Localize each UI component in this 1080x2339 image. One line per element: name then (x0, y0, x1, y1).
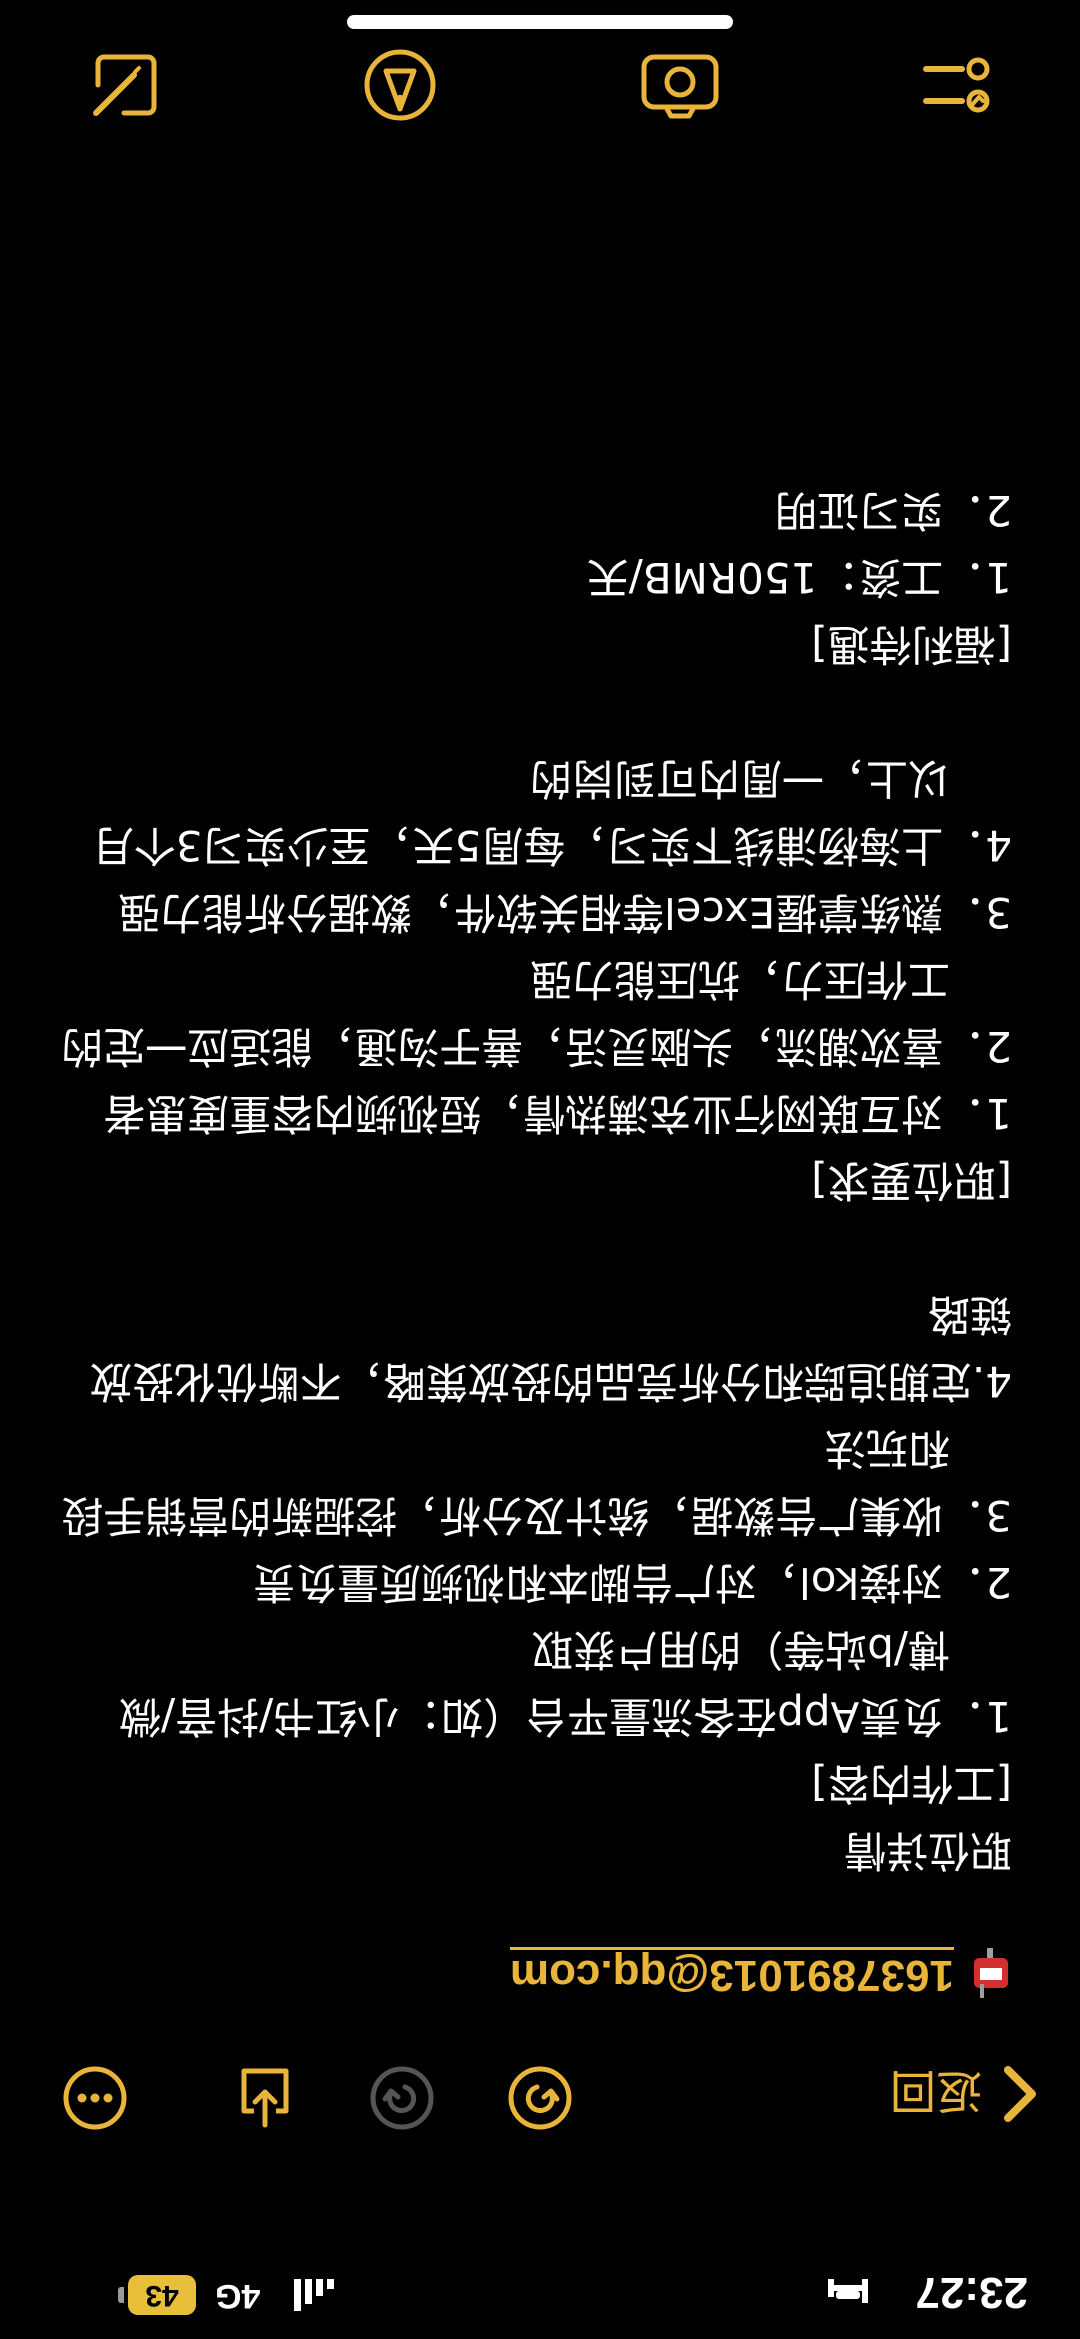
bottom-toolbar (0, 15, 1080, 125)
work-item: 1．负责App在各流量平台（如：小红书/抖音/微博/b站等）的用户获取 (118, 1625, 1012, 1741)
requirement-item: 4．上海杨浦线下实习，每周5天，至少实习3个月以上，一周内可到岗的 (91, 754, 1012, 870)
work-section-header: [工作内容] (811, 1759, 1012, 1808)
requirement-item: 3．熟练掌握Excel等相关软件，数据分析能力强 (118, 888, 1012, 937)
battery-indicator: 43 (128, 2275, 196, 2315)
back-label: 返回 (890, 2064, 982, 2118)
camera-icon[interactable] (640, 45, 720, 125)
status-bar: 23:27 4G 43 (0, 2229, 1080, 2339)
email-row[interactable]: 1637891013@qq.com (509, 1939, 1012, 2009)
status-time: 23:27 (915, 2268, 1028, 2317)
network-type: 4G (215, 2277, 261, 2315)
checklist-icon[interactable] (918, 45, 998, 125)
mailbox-icon (974, 1948, 1008, 1998)
bed-icon (828, 2279, 868, 2303)
work-item: 2．对接kol，对广告脚本和视频质量负责 (253, 1558, 1012, 1607)
home-indicator[interactable] (347, 15, 733, 29)
chevron-left-icon (1004, 2066, 1036, 2122)
benefits-section-header: [福利待遇] (811, 620, 1012, 669)
note-title: 职位详情 (843, 1826, 1012, 1875)
navigation-toolbar: 返回 (0, 2039, 1080, 2149)
benefit-item: 1．工资：150RMB/天 (586, 553, 1012, 602)
redo-icon[interactable] (505, 2063, 575, 2133)
battery-tip (118, 2287, 124, 2303)
email-link[interactable]: 1637891013@qq.com (509, 1947, 954, 2001)
requirement-item: 1．对互联网行业充满热情，短视频内容重度患者 (103, 1089, 1012, 1138)
benefit-item: 2．实习证明 (775, 486, 1012, 535)
markup-pen-icon[interactable] (360, 45, 440, 125)
back-button[interactable]: 返回 (890, 2049, 1040, 2139)
battery-level: 43 (145, 2279, 179, 2312)
requirements-section-header: [职位要求] (811, 1156, 1012, 1205)
more-icon[interactable] (60, 2063, 130, 2133)
work-item: 4.定期追踪和分析竞品的投放策略，不断优化投放链路 (89, 1290, 1012, 1406)
signal-icon (294, 2279, 334, 2311)
share-icon[interactable] (230, 2063, 300, 2133)
undo-icon[interactable] (367, 2063, 437, 2133)
compose-icon[interactable] (84, 45, 164, 125)
note-body[interactable]: 职位详情 [工作内容] 1．负责App在各流量平台（如：小红书/抖音/微博/b站… (52, 477, 1012, 1884)
requirement-item: 2．喜欢潮流，头脑灵活，善于沟通，能适应一定的工作压力，抗压能力强 (61, 955, 1012, 1071)
work-item: 3．收集广告数据，统计及分析，挖掘新的营销手段和玩法 (61, 1424, 1012, 1540)
notes-screen: 23:27 4G 43 返回 1637891013@qq.com 职位详情 [工… (0, 0, 1080, 2339)
